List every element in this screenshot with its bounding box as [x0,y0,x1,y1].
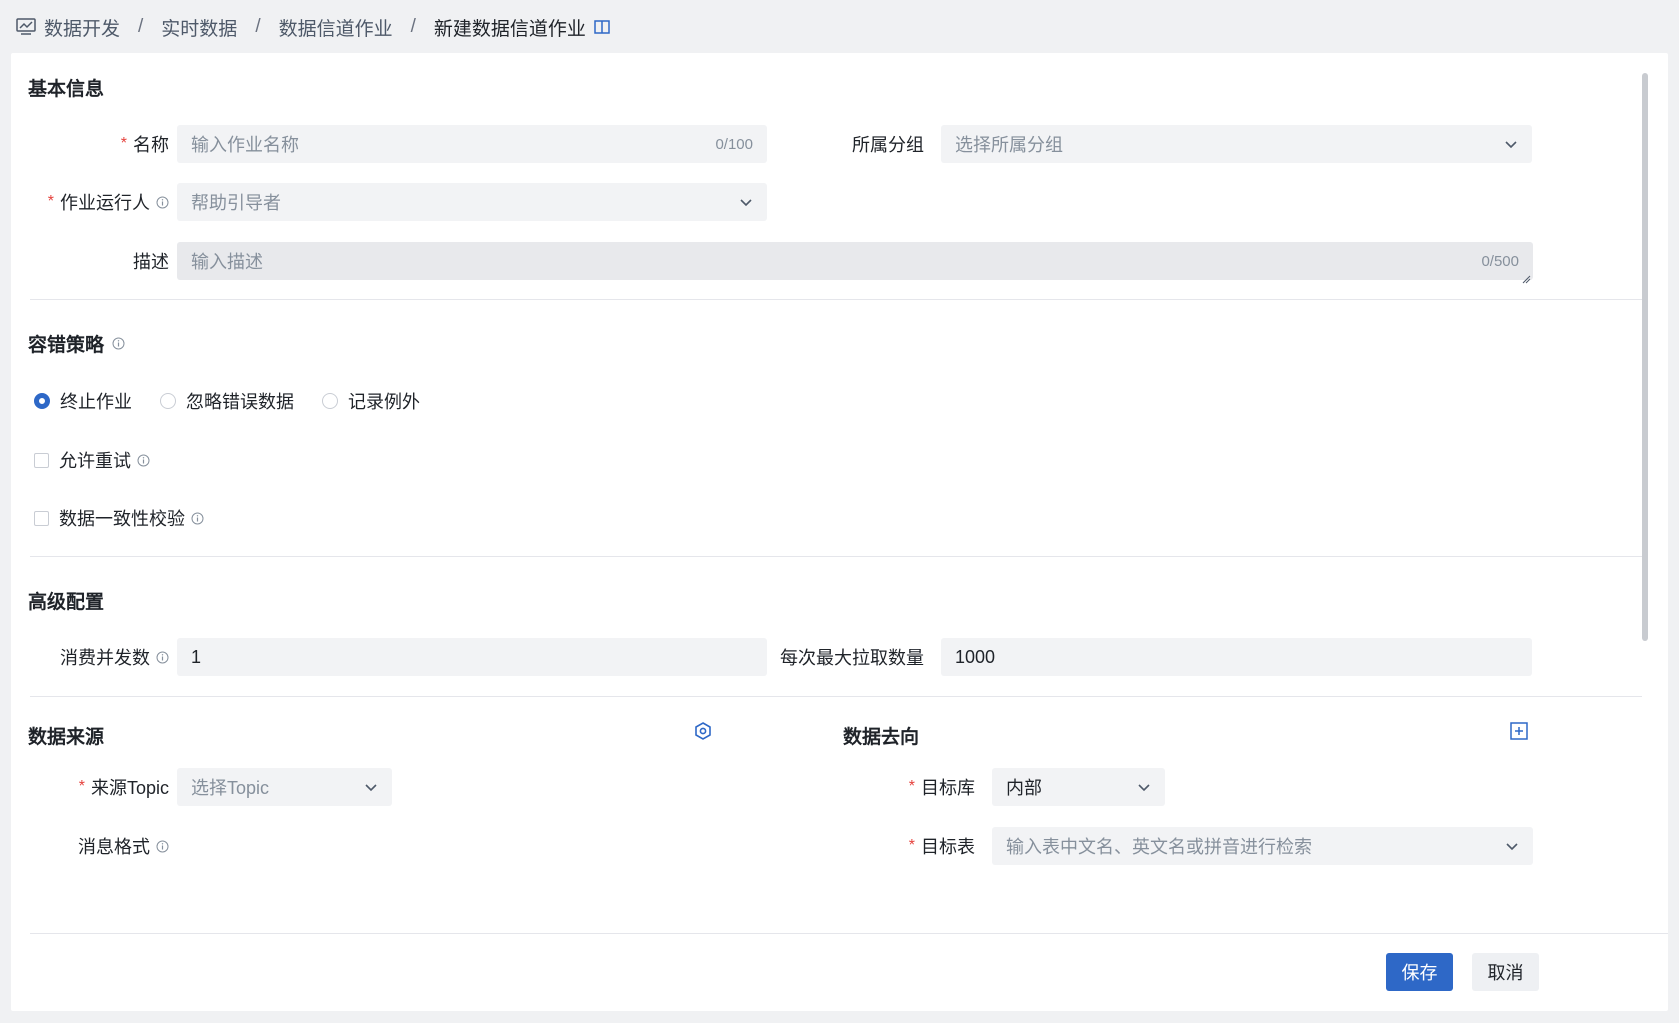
radio-terminate-job[interactable]: 终止作业 [34,388,132,414]
desc-char-count: 0/500 [1481,252,1519,270]
allow-retry-checkbox[interactable]: 允许重试 [34,447,150,473]
desc-label: 描述 [133,252,169,272]
concurrency-label: 消费并发数 [31,638,169,676]
info-icon[interactable] [112,337,125,350]
chevron-down-icon [1137,780,1151,794]
breadcrumb-realtime-data[interactable]: 实时数据 [161,14,237,41]
section-title-fault: 容错策略 [28,330,125,357]
section-title-source: 数据来源 [28,727,105,748]
section-title-advanced: 高级配置 [28,592,105,613]
group-select[interactable]: 选择所属分组 [941,125,1532,163]
checkbox-box[interactable] [34,510,49,526]
settings-icon[interactable] [693,721,713,741]
info-icon[interactable] [137,454,150,467]
runner-label: * 作业运行人 [31,183,169,221]
radio-record-exception[interactable]: 记录例外 [322,388,420,414]
name-input[interactable]: 输入作业名称 0/100 [177,125,767,163]
runner-select[interactable]: 帮助引导者 [177,183,767,221]
save-button[interactable]: 保存 [1386,953,1453,991]
required-mark: * [908,778,915,795]
breadcrumb-channel-jobs[interactable]: 数据信道作业 [279,14,393,41]
radio-dot [34,393,50,409]
target-db-select[interactable]: 内部 [992,768,1165,806]
target-table-label: * 目标表 [908,837,975,857]
info-icon[interactable] [156,196,169,209]
chevron-down-icon [1504,137,1518,151]
radio-dot [322,393,338,409]
breadcrumb-separator: / [410,16,416,37]
target-db-label: * 目标库 [908,778,975,798]
info-icon[interactable] [156,840,169,853]
desc-textarea[interactable]: 输入描述 0/500 [177,242,1533,284]
radio-ignore-errors[interactable]: 忽略错误数据 [160,388,294,414]
consistency-check-checkbox[interactable]: 数据一致性校验 [34,505,204,531]
topic-label: * 来源Topic [78,778,169,798]
breadcrumb-separator: / [138,16,144,37]
required-mark: * [120,135,127,152]
breadcrumb-current-page: 新建数据信道作业 [433,18,586,40]
name-char-count: 0/100 [715,135,753,153]
name-label: * 名称 [120,135,169,155]
cancel-button[interactable]: 取消 [1472,953,1539,991]
chevron-down-icon [739,195,753,209]
breadcrumb: 数据开发 / 实时数据 / 数据信道作业 / 新建数据信道作业 [16,14,611,40]
form-scroll-area[interactable]: 基本信息 * 名称 输入作业名称 0/100 所属分组 选择所属分组 * 作业运行人… [11,53,1668,908]
format-label: 消息格式 [31,827,169,865]
breadcrumb-data-dev[interactable]: 数据开发 [44,14,120,41]
chevron-down-icon [364,780,378,794]
vertical-scrollbar[interactable] [1642,73,1648,641]
book-icon[interactable] [593,18,611,36]
max-pull-input[interactable]: 1000 [941,638,1532,676]
required-mark: * [78,778,85,795]
breadcrumb-separator: / [255,16,261,37]
fault-strategy-radio-group: 终止作业 忽略错误数据 记录例外 [34,388,448,414]
required-mark: * [908,837,915,854]
group-label: 所属分组 [852,135,924,155]
section-title-basic: 基本信息 [28,79,105,100]
required-mark: * [47,193,54,210]
resize-handle-icon[interactable] [1521,268,1531,284]
max-pull-label: 每次最大拉取数量 [780,648,924,668]
info-icon[interactable] [156,651,169,664]
radio-dot [160,393,176,409]
divider [30,299,1642,300]
concurrency-input[interactable]: 1 [177,638,767,676]
chevron-down-icon [1505,839,1519,853]
topic-select[interactable]: 选择Topic [177,768,392,806]
form-panel: 基本信息 * 名称 输入作业名称 0/100 所属分组 选择所属分组 * 作业运行人… [11,53,1668,1011]
section-title-target: 数据去向 [843,727,920,748]
checkbox-box[interactable] [34,452,49,468]
add-square-icon[interactable] [1509,721,1529,741]
divider [30,556,1642,557]
footer-divider [30,933,1668,934]
info-icon[interactable] [191,512,204,525]
divider [30,696,1642,697]
monitor-chart-icon [16,18,36,36]
target-table-select[interactable]: 输入表中文名、英文名或拼音进行检索 [992,827,1533,865]
